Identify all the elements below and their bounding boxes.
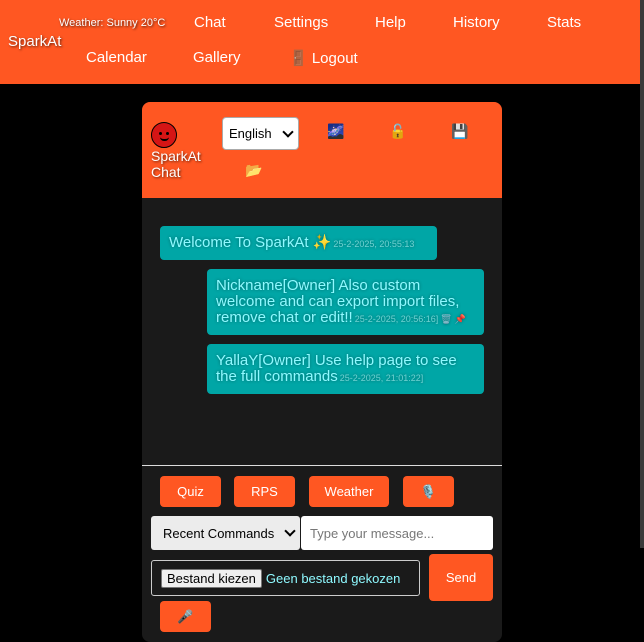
message-list: Welcome To SparkAt ✨ 25-2-2025, 20:55:13 … <box>142 198 502 465</box>
file-status-text: Geen bestand gekozen <box>265 570 401 586</box>
nav-link-gallery[interactable]: Gallery <box>193 49 241 66</box>
unlock-icon[interactable]: 🔓 <box>389 123 406 140</box>
choose-file-button[interactable]: Bestand kiezen <box>161 568 262 588</box>
chat-card: SparkAt Chat English 🌌 🔓 💾 📂 Welcome To … <box>142 102 502 642</box>
quiz-button[interactable]: Quiz <box>160 476 221 507</box>
message-item: Nickname[Owner] Also custom welcome and … <box>207 269 484 335</box>
top-navigation-bar: Weather: Sunny 20°C SparkAt Chat Setting… <box>0 0 644 84</box>
recent-commands-value: Recent Commands <box>163 525 275 541</box>
nav-link-logout[interactable]: 🚪 Logout <box>289 49 358 67</box>
nav-link-settings[interactable]: Settings <box>274 14 328 31</box>
weather-widget: Weather: Sunny 20°C <box>59 17 166 29</box>
language-select[interactable]: English <box>222 117 299 150</box>
page-scrollbar[interactable] <box>640 0 644 548</box>
save-icon[interactable]: 💾 <box>451 123 468 140</box>
voice-input-button[interactable]: 🎤 <box>160 601 211 632</box>
weather-button[interactable]: Weather <box>309 476 389 507</box>
galaxy-theme-icon[interactable]: 🌌 <box>327 123 344 140</box>
file-upload-field[interactable]: Bestand kiezen Geen bestand gekozen <box>151 560 420 596</box>
chat-divider <box>142 465 502 466</box>
open-folder-icon[interactable]: 📂 <box>245 162 262 179</box>
nav-link-help[interactable]: Help <box>375 14 406 31</box>
nav-link-stats[interactable]: Stats <box>547 14 581 31</box>
brand-logo[interactable]: SparkAt <box>8 33 61 50</box>
chevron-down-icon <box>282 125 294 138</box>
message-text: Welcome To SparkAt ✨ <box>169 234 332 251</box>
message-timestamp: 25-2-2025, 20:55:13 <box>333 239 415 249</box>
recent-commands-select[interactable]: Recent Commands <box>151 516 300 550</box>
send-button[interactable]: Send <box>429 554 493 601</box>
chat-title: SparkAt Chat <box>151 148 201 180</box>
language-select-value: English <box>229 126 272 141</box>
smiley-logo-icon <box>151 122 177 148</box>
message-item: Welcome To SparkAt ✨ 25-2-2025, 20:55:13 <box>160 226 437 260</box>
chevron-down-icon <box>284 525 296 537</box>
message-item: YallaY[Owner] Use help page to see the f… <box>207 344 484 394</box>
chat-header: SparkAt Chat English 🌌 🔓 💾 📂 <box>142 102 502 198</box>
nav-link-history[interactable]: History <box>453 14 500 31</box>
rps-button[interactable]: RPS <box>234 476 295 507</box>
message-timestamp: 25-2-2025, 20:56:16] 🗑️ 📌 <box>354 314 466 324</box>
message-input[interactable]: Type your message... <box>301 516 493 550</box>
nav-link-chat[interactable]: Chat <box>194 14 226 31</box>
nav-link-calendar[interactable]: Calendar <box>86 49 147 66</box>
message-timestamp: 25-2-2025, 21:01:22] <box>339 373 424 383</box>
microphone-icon: 🎙️ <box>420 483 437 499</box>
voice-record-button[interactable]: 🎙️ <box>403 476 454 507</box>
microphone-icon: 🎤 <box>177 608 194 624</box>
